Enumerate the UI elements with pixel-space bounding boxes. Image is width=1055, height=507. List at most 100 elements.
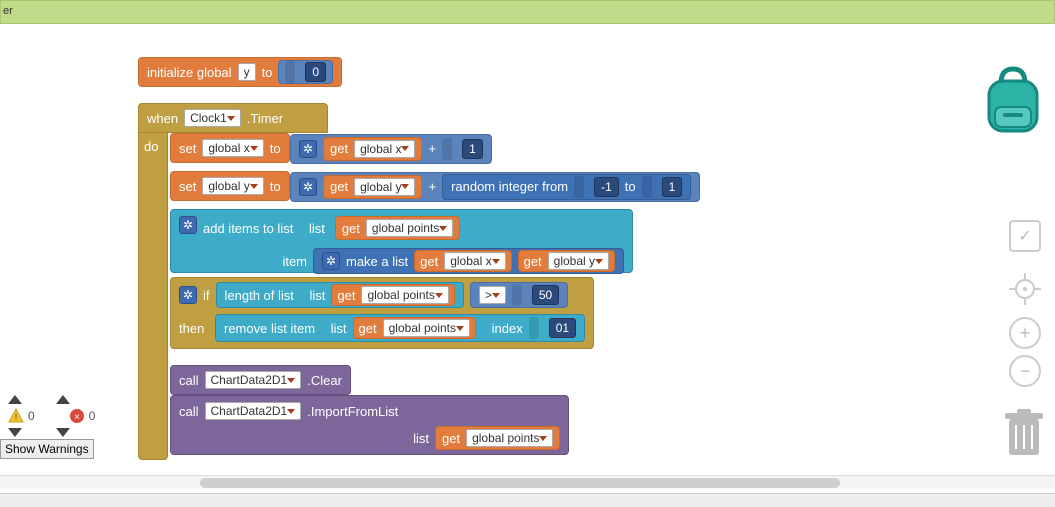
plug-icon — [642, 176, 652, 198]
chevron-down-icon — [401, 184, 409, 189]
get-variable-block[interactable]: get global x — [414, 250, 511, 272]
method-label: .Clear — [307, 373, 342, 388]
label: get — [359, 321, 377, 336]
get-variable-block[interactable]: get global y — [518, 250, 615, 272]
zoom-in-icon[interactable]: + — [1009, 317, 1041, 349]
chevron-down-icon — [456, 326, 464, 331]
set-variable-block[interactable]: set global x to — [170, 133, 290, 163]
random-integer-block[interactable]: random integer from -1 to 1 — [442, 174, 691, 200]
chevron-down-icon — [595, 259, 603, 264]
gear-icon[interactable] — [322, 252, 340, 270]
error-icon: × — [69, 408, 85, 424]
label: get — [342, 221, 360, 236]
variable-dropdown[interactable]: global points — [366, 219, 453, 237]
backpack-icon[interactable] — [981, 65, 1045, 137]
gear-icon[interactable] — [179, 286, 197, 304]
label: .Timer — [247, 111, 283, 126]
show-warnings-button[interactable]: Show Warnings — [0, 439, 94, 459]
label: get — [442, 431, 460, 446]
operator-dropdown[interactable]: > — [479, 286, 506, 304]
label: list — [331, 321, 347, 336]
gear-icon[interactable] — [179, 216, 197, 234]
length-of-list-block[interactable]: length of list list get global points — [216, 282, 464, 308]
number-value[interactable]: 50 — [532, 285, 559, 305]
variable-dropdown[interactable]: global points — [383, 319, 470, 337]
chevron-down-icon — [401, 146, 409, 151]
block-initialize-global[interactable]: initialize global y to 0 — [138, 57, 342, 87]
horizontal-scrollbar[interactable] — [0, 475, 1055, 489]
plug-icon — [529, 317, 539, 339]
plug-icon — [285, 61, 295, 83]
math-add-block[interactable]: get global y + random integer from -1 to… — [290, 172, 700, 202]
number-value[interactable]: 1 — [662, 177, 683, 197]
label: length of list — [225, 288, 294, 303]
right-controls — [981, 65, 1045, 137]
if-block[interactable]: if length of list list get global points… — [170, 277, 594, 349]
component-dropdown[interactable]: ChartData2D1 — [205, 371, 302, 389]
number-block[interactable]: 0 — [278, 60, 333, 84]
label: list — [310, 288, 326, 303]
get-variable-block[interactable]: get global points — [335, 216, 460, 240]
chevron-down-icon — [287, 378, 295, 383]
label: call — [179, 404, 199, 419]
chevron-down-icon — [492, 259, 500, 264]
variable-dropdown[interactable]: global x — [202, 139, 263, 157]
gear-icon[interactable] — [299, 178, 317, 196]
compare-block[interactable]: > 50 — [470, 282, 568, 308]
get-variable-block[interactable]: get global x — [323, 137, 422, 161]
triangle-up-icon[interactable] — [56, 395, 70, 404]
top-banner: er — [0, 0, 1055, 24]
triangle-up-icon[interactable] — [8, 395, 22, 404]
variable-dropdown[interactable]: global x — [444, 252, 505, 270]
operator-label: + — [428, 179, 436, 194]
get-variable-block[interactable]: get global points — [435, 426, 560, 450]
number-value[interactable]: 01 — [549, 318, 576, 338]
remove-list-item-block[interactable]: remove list item list get global points … — [215, 314, 585, 342]
label: to — [270, 141, 281, 156]
method-label: .ImportFromList — [307, 404, 398, 419]
number-value[interactable]: 1 — [462, 139, 483, 159]
variable-dropdown[interactable]: global x — [354, 140, 415, 158]
variable-dropdown[interactable]: global points — [466, 429, 553, 447]
chevron-down-icon — [250, 146, 258, 151]
target-icon[interactable] — [1009, 273, 1041, 305]
label: to — [625, 179, 636, 194]
math-add-block[interactable]: get global x + 1 — [290, 134, 492, 164]
number-value[interactable]: -1 — [594, 177, 619, 197]
zoom-out-icon[interactable]: − — [1009, 355, 1041, 387]
variable-dropdown[interactable]: global y — [354, 178, 415, 196]
checklist-icon[interactable]: ✓ — [1009, 220, 1041, 252]
triangle-down-icon[interactable] — [56, 428, 70, 437]
call-method-block[interactable]: call ChartData2D1 .Clear — [170, 365, 351, 395]
make-a-list-block[interactable]: make a list get global x get global y — [313, 248, 624, 274]
blocks-workspace[interactable]: initialize global y to 0 when Clock1 .Ti… — [0, 25, 1055, 490]
get-variable-block[interactable]: get global y — [323, 175, 422, 199]
trash-icon[interactable] — [1003, 409, 1045, 457]
scrollbar-thumb[interactable] — [200, 478, 840, 488]
bottom-bar — [0, 493, 1055, 507]
get-variable-block[interactable]: get global points — [353, 317, 476, 339]
variable-dropdown[interactable]: global y — [548, 252, 609, 270]
gear-icon[interactable] — [299, 140, 317, 158]
get-variable-block[interactable]: get global points — [331, 284, 454, 306]
component-dropdown[interactable]: ChartData2D1 — [205, 402, 302, 420]
call-method-block[interactable]: call ChartData2D1 .ImportFromList list g… — [170, 395, 569, 455]
set-variable-block[interactable]: set global y to — [170, 171, 290, 201]
label: then — [179, 321, 209, 336]
variable-name-field[interactable]: y — [238, 63, 256, 81]
triangle-down-icon[interactable] — [8, 428, 22, 437]
event-block-header[interactable]: when Clock1 .Timer — [138, 103, 328, 133]
label: call — [179, 373, 199, 388]
chevron-down-icon — [435, 293, 443, 298]
component-dropdown[interactable]: Clock1 — [184, 109, 241, 127]
add-items-to-list-block[interactable]: add items to list list get global points… — [170, 209, 633, 273]
chevron-down-icon — [227, 116, 235, 121]
label: if — [203, 288, 210, 303]
operator-label: + — [428, 141, 436, 156]
variable-dropdown[interactable]: global points — [361, 286, 448, 304]
number-value[interactable]: 0 — [305, 62, 326, 82]
label: get — [420, 254, 438, 269]
label: index — [492, 321, 523, 336]
variable-dropdown[interactable]: global y — [202, 177, 263, 195]
label: add items to list — [203, 221, 293, 236]
